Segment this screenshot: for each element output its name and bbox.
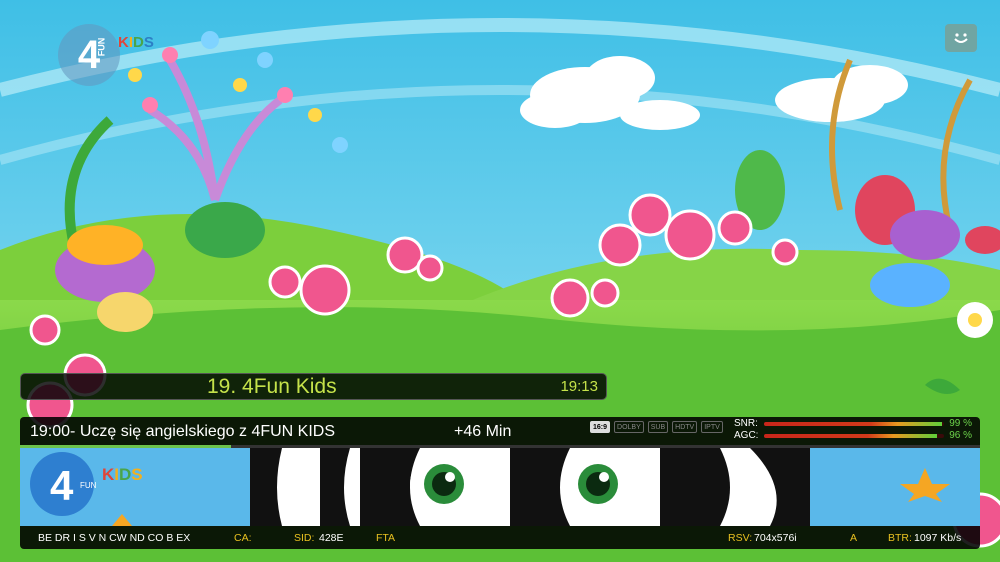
agc-bar xyxy=(764,434,944,438)
preview-logo-number: 4 xyxy=(50,462,74,509)
channel-logo: 4 FUN xyxy=(58,24,120,86)
btr-label: BTR: xyxy=(888,532,912,544)
program-preview-image: 4 FUN KIDS xyxy=(20,448,980,526)
kids-letter: S xyxy=(143,34,154,51)
ca-label: CA: xyxy=(234,532,252,544)
format-badges: 16:9 DOLBY SUB HDTV IPTV xyxy=(590,421,723,433)
program-title: 19:00- Uczę się angielskiego z 4FUN KIDS xyxy=(30,423,336,440)
rsv-label: RSV: xyxy=(728,532,753,544)
badge-subtitles: SUB xyxy=(647,421,669,433)
preview-kids-letter: K xyxy=(102,465,115,484)
sid-value: 428E xyxy=(319,532,344,544)
program-remaining-time: +46 Min xyxy=(454,423,512,440)
snr-bar xyxy=(764,422,944,426)
status-bar: BE DR I S V N CW ND CO B EX CA: SID: 428… xyxy=(20,527,980,549)
channel-bar: 19. 4Fun Kids 19:13 xyxy=(20,373,607,400)
program-info-panel: 19:00- Uczę się angielskiego z 4FUN KIDS… xyxy=(20,417,980,549)
audio-indicator: A xyxy=(850,532,858,544)
channel-logo-kids: KIDS xyxy=(118,34,154,51)
kids-letter: D xyxy=(133,34,144,51)
preview-logo-fun: FUN xyxy=(80,481,97,490)
badge-dolby: DOLBY xyxy=(614,421,644,433)
smiley-icon xyxy=(945,24,977,52)
snr-label: SNR: xyxy=(734,418,758,429)
cas-systems: BE DR I S V N CW ND CO B EX xyxy=(38,532,191,544)
rsv-value: 704x576i xyxy=(754,532,797,544)
channel-logo-fun: FUN xyxy=(95,37,106,57)
kids-letter: K xyxy=(118,34,129,51)
channel-name: 19. 4Fun Kids xyxy=(207,375,337,398)
agc-value: 96 % xyxy=(949,430,972,441)
preview-kids-letter: D xyxy=(119,465,131,484)
btr-value: 1097 Kb/s xyxy=(914,532,962,544)
badge-hdtv: HDTV xyxy=(672,421,698,433)
badge-aspect: 16:9 xyxy=(590,421,611,433)
fta-indicator: FTA xyxy=(376,532,396,544)
badge-iptv: IPTV xyxy=(701,421,723,433)
snr-value: 99 % xyxy=(949,418,972,429)
agc-label: AGC: xyxy=(734,430,759,441)
clock-time: 19:13 xyxy=(560,378,598,395)
sid-label: SID: xyxy=(294,532,315,544)
svg-text:KIDS: KIDS xyxy=(102,465,143,484)
preview-kids-letter: S xyxy=(131,465,142,484)
